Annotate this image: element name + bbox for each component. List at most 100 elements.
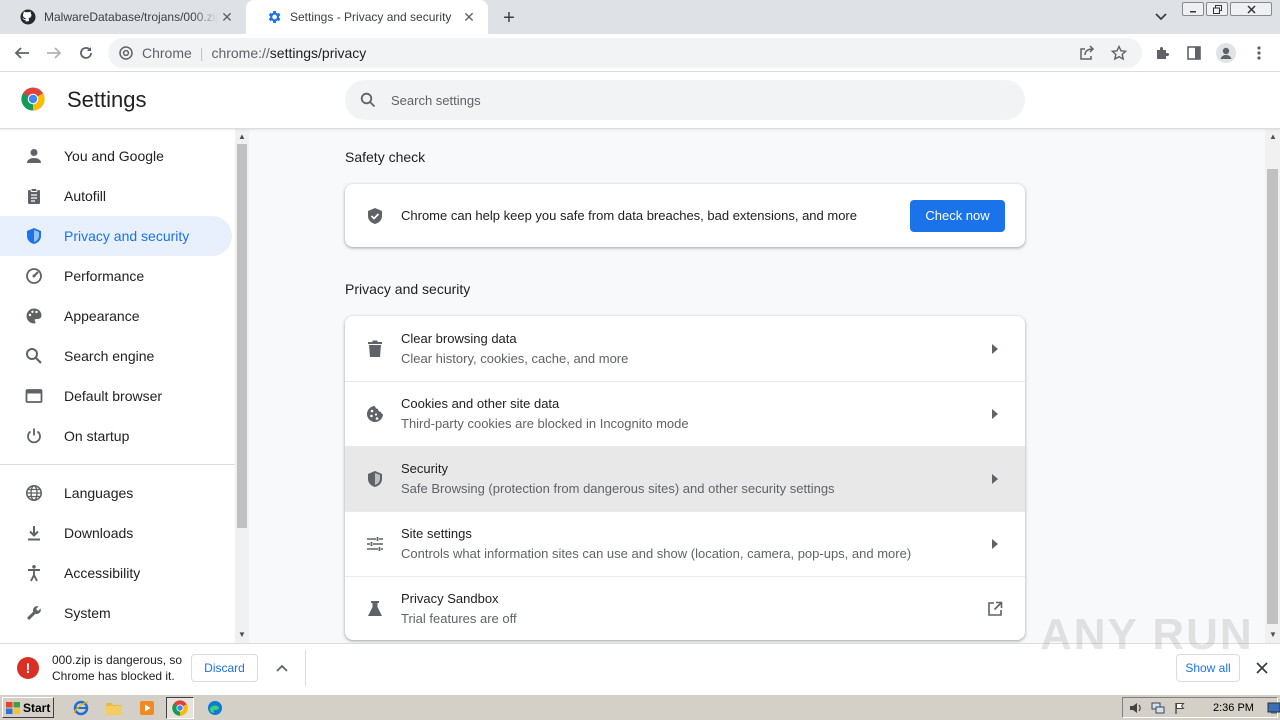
shield-icon (365, 469, 385, 489)
sidebar-item-autofill[interactable]: Autofill (0, 176, 232, 216)
row-subtitle: Controls what information sites can use … (401, 546, 912, 561)
profile-avatar-icon[interactable] (1215, 42, 1237, 64)
tab-search-chevron-icon[interactable] (1152, 8, 1170, 26)
external-link-icon[interactable] (985, 599, 1005, 619)
settings-main: Safety check Chrome can help keep you sa… (249, 129, 1265, 643)
sliders-icon (365, 534, 385, 554)
sidebar-item-label: Downloads (64, 525, 134, 541)
site-settings-row[interactable]: Site settings Controls what information … (345, 511, 1025, 576)
row-title: Privacy Sandbox (401, 591, 499, 606)
accessibility-icon (24, 563, 44, 583)
internet-explorer-icon[interactable] (72, 699, 90, 717)
sidebar-item-label: Accessibility (64, 565, 141, 581)
chevron-up-icon[interactable] (272, 658, 292, 678)
sidebar-item-label: On startup (64, 428, 130, 444)
forward-arrow-icon[interactable] (43, 42, 65, 64)
github-icon (20, 9, 36, 25)
action-center-flag-icon[interactable] (1171, 700, 1189, 716)
sidebar-scrollbar[interactable]: ▲ ▼ (235, 129, 249, 643)
discard-button[interactable]: Discard (191, 654, 258, 682)
main-scrollbar[interactable]: ▲ ▼ (1265, 129, 1280, 643)
download-warning-text: 000.zip is dangerous, so Chrome has bloc… (52, 652, 187, 684)
scroll-down-arrow-icon[interactable]: ▼ (1269, 630, 1277, 639)
sidebar-item-system[interactable]: System (0, 593, 232, 633)
close-icon[interactable] (1252, 658, 1272, 678)
sidebar-item-performance[interactable]: Performance (0, 256, 232, 296)
page-title: Settings (67, 87, 147, 112)
sidebar-item-search-engine[interactable]: Search engine (0, 336, 232, 376)
extensions-puzzle-icon[interactable] (1151, 42, 1173, 64)
safety-check-text: Chrome can help keep you safe from data … (401, 208, 857, 223)
shield-check-icon (365, 206, 385, 226)
sidebar-item-privacy-and-security[interactable]: Privacy and security (0, 216, 232, 256)
danger-warning-icon: ! (17, 657, 39, 679)
cookies-row[interactable]: Cookies and other site data Third-party … (345, 381, 1025, 446)
clear-browsing-data-row[interactable]: Clear browsing data Clear history, cooki… (345, 316, 1025, 381)
trash-icon (365, 339, 385, 359)
sidebar-item-you-and-google[interactable]: You and Google (0, 136, 232, 176)
more-menu-icon[interactable] (1248, 42, 1270, 64)
clock: 2:36 PM (1213, 701, 1254, 714)
scroll-down-arrow-icon[interactable]: ▼ (238, 630, 246, 639)
tab-title: MalwareDatabase/trojans/000.zip at (44, 10, 218, 24)
row-title: Site settings (401, 526, 472, 541)
sidebar-scrollbar-thumb[interactable] (237, 144, 247, 528)
share-icon[interactable] (1076, 42, 1098, 64)
privacy-security-heading: Privacy and security (345, 281, 471, 297)
sidebar-item-on-startup[interactable]: On startup (0, 416, 232, 456)
row-subtitle: Clear history, cookies, cache, and more (401, 350, 629, 366)
sidebar-item-default-browser[interactable]: Default browser (0, 376, 232, 416)
sidebar-item-label: Search engine (64, 348, 155, 364)
show-all-button[interactable]: Show all (1176, 654, 1240, 682)
sidebar-item-appearance[interactable]: Appearance (0, 296, 232, 336)
wrench-icon (24, 603, 44, 623)
tab-close-icon[interactable]: ✕ (218, 8, 236, 26)
sidebar-item-label: Performance (64, 268, 145, 284)
download-separator (305, 650, 306, 686)
edge-icon[interactable] (206, 699, 224, 717)
speedometer-icon (24, 266, 44, 286)
check-now-button[interactable]: Check now (910, 199, 1005, 232)
security-row[interactable]: Security Safe Browsing (protection from … (345, 446, 1025, 511)
sidebar-item-downloads[interactable]: Downloads (0, 513, 232, 553)
chrome-taskbar-icon[interactable] (166, 697, 194, 719)
volume-icon[interactable] (1127, 700, 1145, 716)
tab-strip: MalwareDatabase/trojans/000.zip at ✕ Set… (0, 0, 1280, 34)
settings-search[interactable] (345, 80, 1025, 120)
reload-icon[interactable] (75, 42, 97, 64)
sidebar-item-accessibility[interactable]: Accessibility (0, 553, 232, 593)
file-explorer-icon[interactable] (105, 699, 123, 717)
privacy-sandbox-row[interactable]: Privacy Sandbox Trial features are off (345, 576, 1025, 641)
row-subtitle: Safe Browsing (protection from dangerous… (401, 481, 835, 496)
settings-sidebar: You and Google Autofill Privacy and secu… (0, 129, 235, 643)
sidebar-item-label: Default browser (64, 388, 163, 404)
sidebar-item-label: You and Google (64, 148, 164, 164)
side-panel-icon[interactable] (1183, 42, 1205, 64)
minimize-button[interactable] (1182, 2, 1204, 16)
scroll-up-arrow-icon[interactable]: ▲ (1269, 132, 1277, 141)
row-subtitle: Third-party cookies are blocked in Incog… (401, 416, 689, 431)
gear-icon (266, 9, 282, 25)
show-desktop-icon[interactable] (1265, 700, 1280, 716)
network-icon[interactable] (1149, 700, 1167, 716)
tab-close-icon[interactable]: ✕ (460, 8, 478, 26)
sidebar-item-languages[interactable]: Languages (0, 473, 232, 513)
tab-github[interactable]: MalwareDatabase/trojans/000.zip at ✕ (0, 0, 246, 34)
site-chip: Chrome (142, 45, 192, 61)
main-scrollbar-thumb[interactable] (1267, 169, 1278, 624)
scroll-up-arrow-icon[interactable]: ▲ (238, 132, 246, 141)
start-label: Start (23, 700, 51, 715)
window-close-button[interactable] (1230, 2, 1272, 16)
tab-title: Settings - Privacy and security (290, 10, 452, 24)
new-tab-button[interactable]: + (498, 7, 520, 29)
media-player-icon[interactable] (138, 699, 156, 717)
search-input[interactable] (391, 92, 991, 108)
palette-icon (24, 306, 44, 326)
address-bar[interactable]: Chrome | chrome://settings/privacy (108, 38, 1142, 68)
restore-button[interactable] (1206, 2, 1228, 16)
bookmark-star-icon[interactable] (1108, 42, 1130, 64)
back-arrow-icon[interactable] (11, 42, 33, 64)
safety-check-card: Chrome can help keep you safe from data … (345, 184, 1025, 247)
tab-settings[interactable]: Settings - Privacy and security ✕ (246, 0, 488, 34)
start-button[interactable]: Start (2, 697, 54, 718)
